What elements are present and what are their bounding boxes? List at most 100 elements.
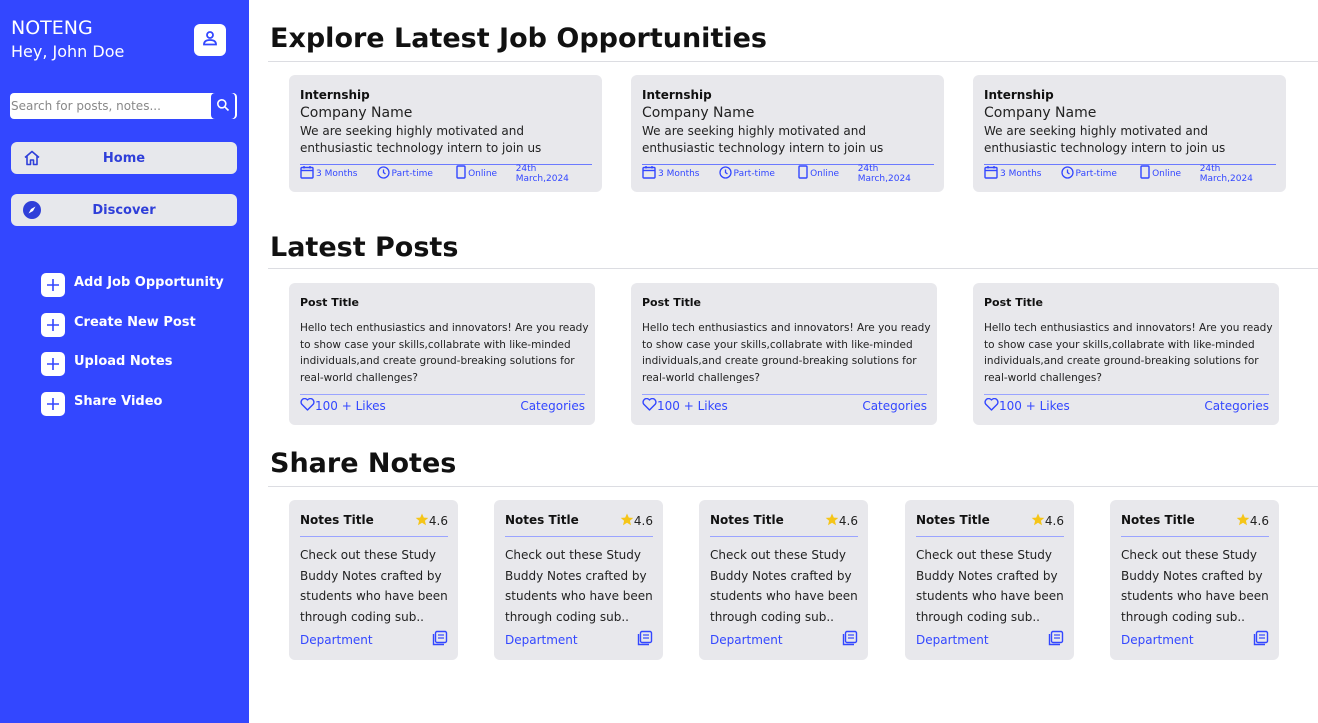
post-title: Post Title: [642, 296, 702, 309]
note-title: Notes Title: [916, 513, 990, 527]
job-card[interactable]: Internship Company Name We are seeking h…: [289, 75, 602, 192]
clock-icon: [376, 165, 392, 182]
plus-icon: [41, 392, 65, 416]
job-mode-text: Online: [810, 168, 840, 179]
note-rating: 4.6: [1236, 513, 1269, 529]
note-rating: 4.6: [620, 513, 653, 529]
job-schedule-text: Part-time: [1075, 168, 1117, 179]
search-button[interactable]: [211, 93, 235, 119]
star-icon: [620, 513, 634, 529]
job-schedule: Part-time: [718, 165, 799, 182]
note-body: Check out these Study Buddy Notes crafte…: [710, 548, 858, 624]
post-body: Hello tech enthusiastics and innovators!…: [300, 322, 589, 384]
home-icon: [22, 148, 42, 168]
job-date: 24th March,2024: [515, 163, 569, 184]
plus-icon: [41, 313, 65, 337]
rating-value: 4.6: [1249, 514, 1269, 528]
categories-link[interactable]: Categories: [520, 399, 585, 413]
heart-icon: [984, 397, 999, 414]
note-card[interactable]: Notes Title 4.6 Check out these Study Bu…: [289, 500, 458, 660]
action-label: Share Video: [74, 393, 163, 409]
upload-notes-button[interactable]: Upload Notes: [41, 351, 172, 377]
note-title: Notes Title: [300, 513, 374, 527]
section-divider: [268, 268, 1318, 269]
heart-icon: [300, 397, 315, 414]
post-card[interactable]: Post Title Hello tech enthusiastics and …: [973, 283, 1279, 425]
job-mode: Online: [798, 165, 858, 182]
likes-button[interactable]: 100 + Likes: [642, 397, 728, 414]
job-company: Company Name: [984, 105, 1097, 121]
job-meta: 3 Months Part-time Online 24th March,202…: [642, 163, 934, 184]
nav-home[interactable]: Home: [11, 142, 237, 174]
categories-link[interactable]: Categories: [1204, 399, 1269, 413]
user-greeting: Hey, John Doe: [11, 42, 125, 61]
rating-value: 4.6: [838, 514, 858, 528]
department-link[interactable]: Department: [710, 633, 783, 647]
phone-icon: [456, 165, 468, 182]
calendar-icon: [642, 165, 658, 182]
document-icon[interactable]: [842, 630, 858, 650]
search-bar: [10, 93, 237, 119]
job-meta: 3 Months Part-time Online 24th March,202…: [984, 164, 1276, 184]
note-card[interactable]: Notes Title 4.6 Check out these Study Bu…: [1110, 500, 1279, 660]
department-link[interactable]: Department: [916, 633, 989, 647]
job-duration-text: 3 Months: [658, 168, 700, 179]
document-icon[interactable]: [637, 630, 653, 650]
star-icon: [1236, 513, 1250, 529]
job-card[interactable]: Internship Company Name We are seeking h…: [973, 75, 1286, 192]
department-link[interactable]: Department: [505, 633, 578, 647]
document-icon[interactable]: [432, 630, 448, 650]
note-rating: 4.6: [415, 513, 448, 529]
department-link[interactable]: Department: [300, 633, 373, 647]
nav-home-label: Home: [102, 150, 146, 166]
profile-button[interactable]: [194, 24, 226, 56]
job-type: Internship: [984, 88, 1054, 102]
post-footer: 100 + Likes Categories: [300, 394, 585, 416]
post-body: Hello tech enthusiastics and innovators!…: [642, 322, 931, 384]
phone-icon: [798, 165, 810, 182]
share-video-button[interactable]: Share Video: [41, 391, 163, 417]
note-body: Check out these Study Buddy Notes crafte…: [300, 548, 448, 624]
document-icon[interactable]: [1048, 630, 1064, 650]
note-card[interactable]: Notes Title 4.6 Check out these Study Bu…: [494, 500, 663, 660]
post-body: Hello tech enthusiastics and innovators!…: [984, 322, 1273, 384]
rating-value: 4.6: [428, 514, 448, 528]
likes-count: 100 + Likes: [999, 398, 1070, 413]
job-schedule-text: Part-time: [391, 168, 433, 179]
categories-link[interactable]: Categories: [862, 399, 927, 413]
note-card[interactable]: Notes Title 4.6 Check out these Study Bu…: [905, 500, 1074, 660]
note-header: Notes Title 4.6: [300, 513, 448, 537]
notes-section-title: Share Notes: [270, 448, 457, 479]
plus-icon: [41, 352, 65, 376]
note-header: Notes Title 4.6: [916, 513, 1064, 537]
job-duration-text: 3 Months: [1000, 168, 1042, 179]
note-header: Notes Title 4.6: [710, 513, 858, 537]
star-icon: [1031, 513, 1045, 529]
likes-button[interactable]: 100 + Likes: [984, 397, 1070, 414]
note-header: Notes Title 4.6: [1121, 513, 1269, 537]
add-job-opportunity-button[interactable]: Add Job Opportunity: [41, 272, 224, 298]
job-schedule-text: Part-time: [733, 168, 775, 179]
likes-button[interactable]: 100 + Likes: [300, 397, 386, 414]
action-label: Add Job Opportunity: [74, 274, 224, 290]
posts-section-title: Latest Posts: [270, 232, 459, 263]
likes-count: 100 + Likes: [315, 398, 386, 413]
clock-icon: [1060, 165, 1076, 182]
note-card[interactable]: Notes Title 4.6 Check out these Study Bu…: [699, 500, 868, 660]
post-title: Post Title: [984, 296, 1044, 309]
post-card[interactable]: Post Title Hello tech enthusiastics and …: [289, 283, 595, 425]
action-label: Upload Notes: [74, 353, 173, 369]
department-link[interactable]: Department: [1121, 633, 1194, 647]
job-schedule: Part-time: [1060, 165, 1141, 182]
job-card[interactable]: Internship Company Name We are seeking h…: [631, 75, 944, 192]
document-icon[interactable]: [1253, 630, 1269, 650]
job-date: 24th March,2024: [857, 163, 911, 184]
create-new-post-button[interactable]: Create New Post: [41, 312, 196, 338]
job-duration: 3 Months: [300, 165, 377, 182]
nav-discover[interactable]: Discover: [11, 194, 237, 226]
job-mode-text: Online: [1152, 168, 1182, 179]
search-input[interactable]: [10, 93, 205, 119]
job-mode: Online: [456, 165, 516, 182]
user-icon: [201, 29, 219, 51]
post-card[interactable]: Post Title Hello tech enthusiastics and …: [631, 283, 937, 425]
